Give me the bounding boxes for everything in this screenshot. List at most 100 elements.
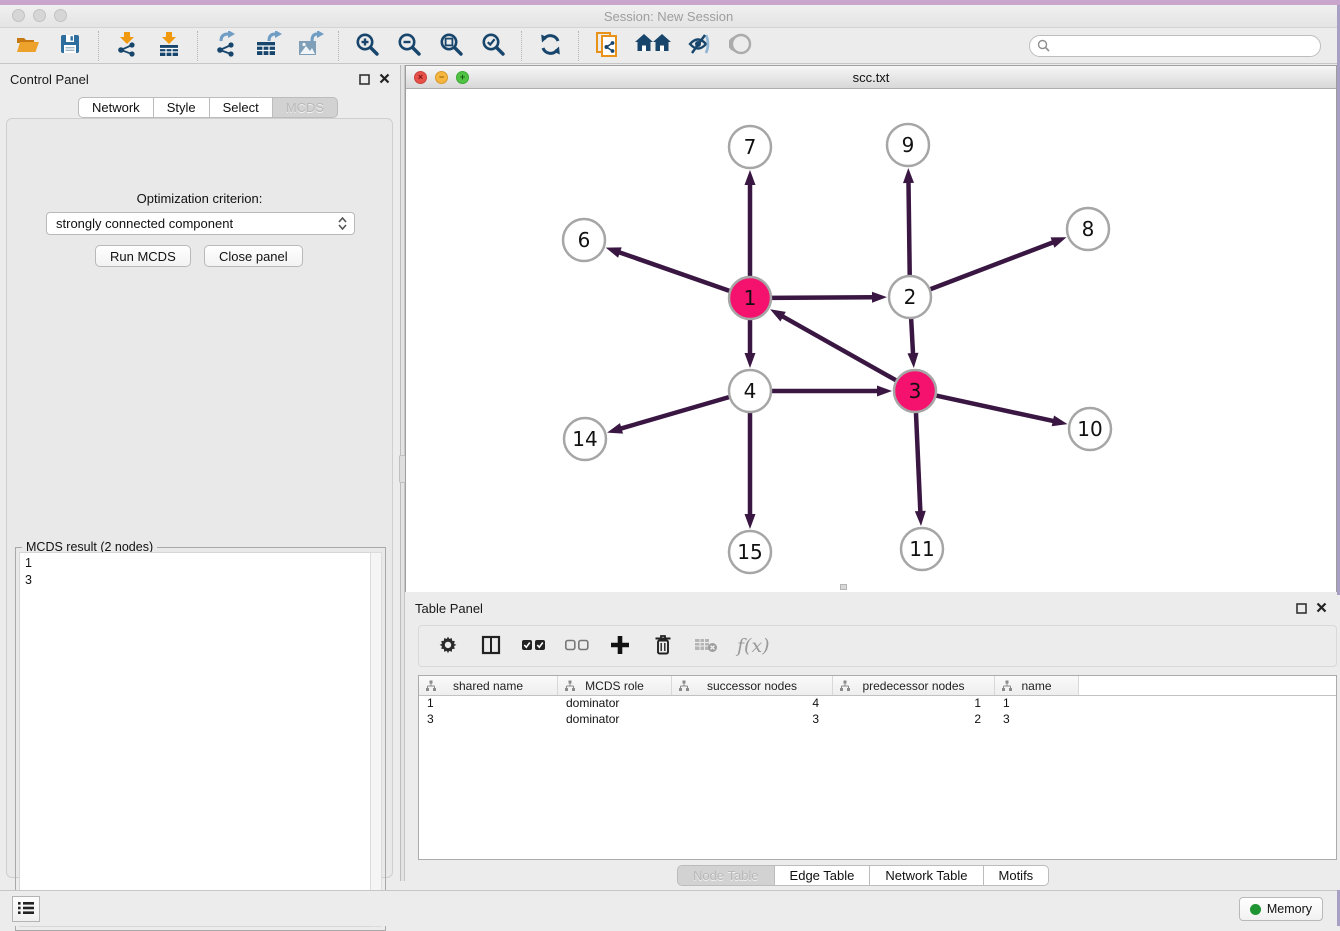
column-header-successor-nodes[interactable]: successor nodes	[672, 676, 833, 695]
mcds-result-scrollbar[interactable]	[370, 552, 382, 927]
control-panel-tabs: Network Style Select MCDS	[78, 97, 338, 118]
network-frame-titlebar[interactable]: × − + scc.txt	[406, 66, 1336, 89]
float-panel-icon[interactable]	[1296, 602, 1307, 617]
window-titlebar: Session: New Session	[0, 5, 1337, 28]
graph-edge-arrowhead	[1051, 237, 1067, 247]
graph-edge-4-14[interactable]	[620, 397, 730, 429]
task-history-button[interactable]	[12, 896, 40, 922]
import-network-button[interactable]	[113, 32, 141, 60]
refresh-layout-button[interactable]	[536, 32, 564, 60]
status-bar: Memory	[0, 890, 1337, 926]
close-panel-icon[interactable]	[1316, 601, 1327, 616]
tab-mcds[interactable]: MCDS	[273, 97, 338, 118]
table-cell[interactable]: dominator	[558, 696, 672, 712]
clone-network-button[interactable]	[593, 32, 621, 60]
graph-edge-2-8[interactable]	[930, 242, 1055, 290]
zoom-fit-icon	[439, 32, 464, 60]
open-session-button[interactable]	[14, 32, 42, 60]
graph-node-label: 10	[1077, 417, 1102, 441]
node-table-body: 1dominator4113dominator323	[419, 696, 1336, 728]
list-icon	[17, 901, 35, 918]
close-panel-icon[interactable]	[379, 72, 390, 87]
graph-edge-3-11[interactable]	[916, 412, 920, 513]
delete-column-button[interactable]	[651, 634, 675, 658]
network-canvas[interactable]: 7968124314101511	[406, 89, 1336, 592]
memory-label: Memory	[1267, 902, 1312, 916]
network-graph[interactable]: 7968124314101511	[406, 89, 1336, 592]
graph-edge-arrowhead	[607, 423, 623, 434]
table-cell[interactable]: 1	[995, 696, 1079, 712]
tab-style[interactable]: Style	[154, 97, 210, 118]
graph-edge-2-3[interactable]	[911, 318, 913, 355]
export-image-icon	[297, 31, 324, 60]
delete-table-icon-disabled	[694, 636, 718, 657]
zoom-selected-button[interactable]	[479, 32, 507, 60]
table-cell[interactable]: 3	[672, 712, 833, 728]
select-all-rows-button[interactable]	[522, 634, 546, 658]
tab-network[interactable]: Network	[78, 97, 154, 118]
table-cell[interactable]: 1	[833, 696, 995, 712]
column-header-predecessor-nodes[interactable]: predecessor nodes	[833, 676, 995, 695]
table-cell[interactable]: dominator	[558, 712, 672, 728]
zoom-out-button[interactable]	[395, 32, 423, 60]
graph-node-label: 15	[737, 540, 762, 564]
trash-icon	[653, 634, 673, 659]
toggle-column-panel-button[interactable]	[479, 634, 503, 658]
graph-edge-3-1[interactable]	[781, 316, 896, 381]
tab-motifs[interactable]: Motifs	[984, 865, 1050, 886]
graph-edge-1-2[interactable]	[771, 297, 874, 298]
node-table[interactable]: shared nameMCDS rolesuccessor nodesprede…	[418, 675, 1337, 860]
table-cell[interactable]: 3	[419, 712, 558, 728]
delete-table-button	[694, 634, 718, 658]
tab-network-table[interactable]: Network Table	[870, 865, 983, 886]
float-panel-icon[interactable]	[359, 73, 370, 88]
column-header-name[interactable]: name	[995, 676, 1079, 695]
node-table-header: shared nameMCDS rolesuccessor nodesprede…	[419, 676, 1336, 696]
tab-select[interactable]: Select	[210, 97, 273, 118]
graph-edge-2-9[interactable]	[908, 181, 909, 276]
graph-edge-arrowhead	[606, 247, 622, 257]
deselect-all-rows-button[interactable]	[565, 634, 589, 658]
import-table-button[interactable]	[155, 32, 183, 60]
search-field[interactable]	[1029, 35, 1321, 57]
table-cell[interactable]: 2	[833, 712, 995, 728]
table-cell[interactable]: 3	[995, 712, 1079, 728]
tab-edge-table[interactable]: Edge Table	[775, 865, 871, 886]
control-panel-title: Control Panel	[10, 72, 89, 87]
close-panel-button[interactable]: Close panel	[204, 245, 303, 267]
function-builder-button: f(x)	[737, 635, 770, 657]
hide-details-button[interactable]	[685, 32, 713, 60]
control-panel: Control Panel Network Style Select MCDS …	[0, 65, 400, 881]
table-cell[interactable]: 4	[672, 696, 833, 712]
run-mcds-button[interactable]: Run MCDS	[95, 245, 191, 267]
zoom-in-button[interactable]	[353, 32, 381, 60]
graph-node-label: 14	[572, 427, 597, 451]
graph-edge-3-10[interactable]	[936, 395, 1055, 421]
graph-node-label: 7	[744, 135, 757, 159]
search-input[interactable]	[1050, 37, 1320, 55]
table-row[interactable]: 3dominator323	[419, 712, 1336, 728]
home-button[interactable]	[635, 32, 671, 60]
zoom-fit-button[interactable]	[437, 32, 465, 60]
criterion-dropdown[interactable]: strongly connected component	[46, 212, 355, 235]
export-table-button[interactable]	[254, 32, 282, 60]
table-cell[interactable]: 1	[419, 696, 558, 712]
table-settings-button[interactable]	[436, 634, 460, 658]
create-column-button[interactable]	[608, 634, 632, 658]
tab-node-table[interactable]: Node Table	[677, 865, 775, 886]
show-details-button[interactable]	[727, 32, 755, 60]
graph-edge-1-6[interactable]	[618, 252, 730, 291]
column-header-MCDS-role[interactable]: MCDS role	[558, 676, 672, 695]
mcds-result-text[interactable]: 1 3	[19, 552, 370, 927]
graph-edge-arrowhead	[745, 514, 756, 529]
frame-resize-handle[interactable]	[840, 584, 847, 590]
graph-node-label: 11	[909, 537, 934, 561]
export-network-button[interactable]	[212, 32, 240, 60]
import-table-icon	[156, 31, 182, 60]
table-row[interactable]: 1dominator411	[419, 696, 1336, 712]
export-image-button[interactable]	[296, 32, 324, 60]
column-header-shared-name[interactable]: shared name	[419, 676, 558, 695]
memory-button[interactable]: Memory	[1239, 897, 1323, 921]
save-session-button[interactable]	[56, 32, 84, 60]
graph-edge-arrowhead	[1052, 416, 1068, 427]
